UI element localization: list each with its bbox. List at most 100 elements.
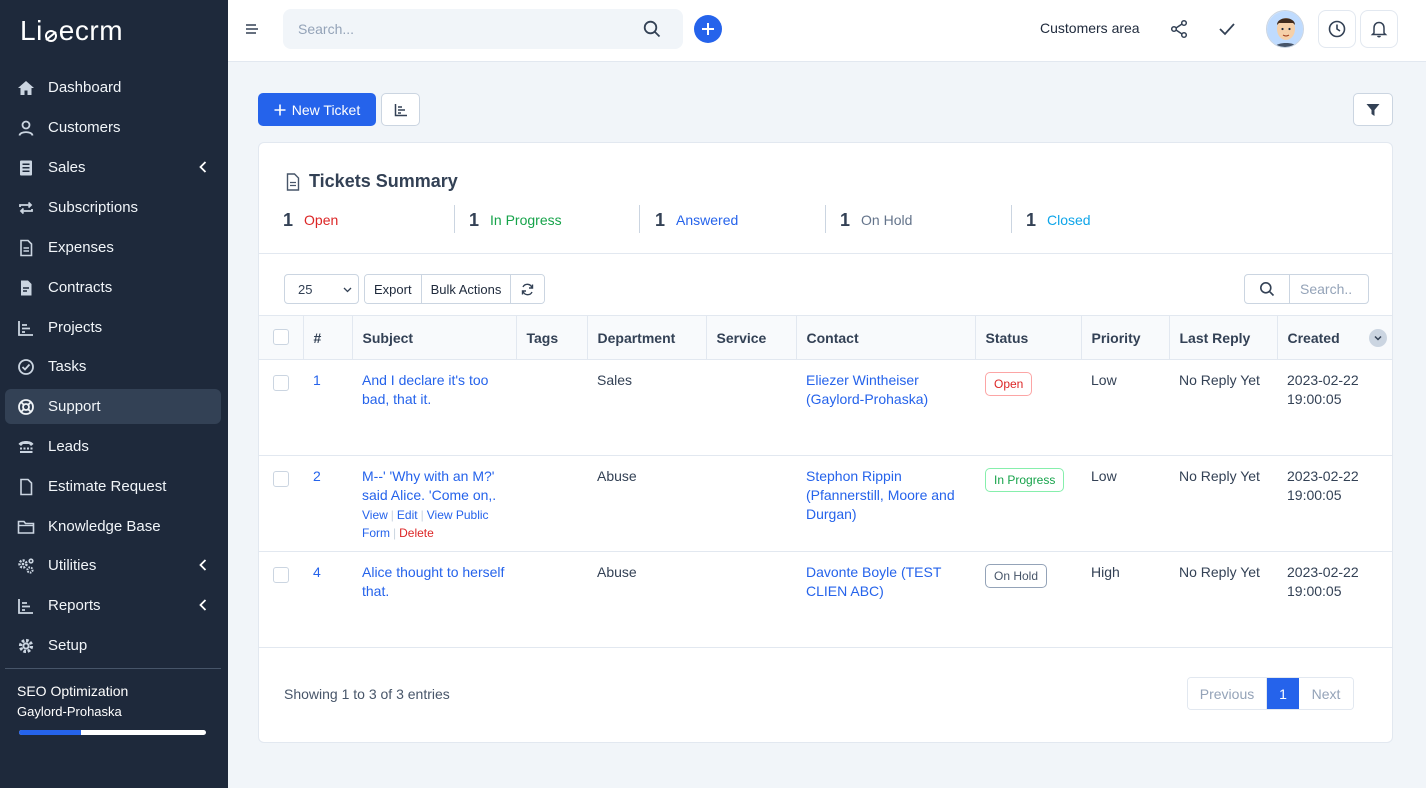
- sort-desc-icon[interactable]: [1369, 329, 1387, 347]
- sidebar-item-utilities[interactable]: Utilities: [5, 548, 221, 583]
- select-all-checkbox[interactable]: [273, 329, 289, 345]
- global-search-input[interactable]: [283, 9, 623, 49]
- column-header-priority[interactable]: Priority: [1081, 315, 1170, 360]
- sidebar-item-reports[interactable]: Reports: [5, 588, 221, 623]
- ticket-id-link[interactable]: 1: [313, 372, 321, 388]
- filter-icon: [1366, 103, 1380, 116]
- tickets-table: # Subject Tags Department Service Contac…: [259, 315, 1392, 648]
- filter-button[interactable]: [1353, 93, 1393, 126]
- ticket-contact-link[interactable]: Eliezer Wintheiser (Gaylord-Prohaska): [806, 372, 928, 407]
- column-header-created: Created: [1287, 329, 1340, 346]
- pagination-page-1[interactable]: 1: [1267, 678, 1299, 709]
- table-search: [1244, 274, 1369, 304]
- sidebar-item-contracts[interactable]: Contracts: [5, 270, 221, 305]
- pagination-previous[interactable]: Previous: [1188, 678, 1267, 709]
- column-header-created-cell[interactable]: Created: [1277, 315, 1392, 360]
- summary-on-hold[interactable]: 1 On Hold: [840, 205, 912, 235]
- ticket-service: [706, 359, 796, 456]
- tickets-summary-title: Tickets Summary: [309, 171, 458, 191]
- tickets-summary-stats: 1 Open 1 In Progress 1 Answered 1 On Hol…: [259, 205, 1159, 235]
- column-header-id[interactable]: #: [303, 315, 353, 360]
- sidebar-item-projects[interactable]: Projects: [5, 310, 221, 345]
- ticket-service: [706, 455, 796, 552]
- ticket-contact-link[interactable]: Davonte Boyle (TEST CLIEN ABC): [806, 564, 941, 599]
- timer-button[interactable]: [1318, 10, 1356, 48]
- reload-button[interactable]: [511, 275, 545, 303]
- sidebar-item-dashboard[interactable]: Dashboard: [5, 70, 221, 105]
- row-actions: View | Edit | View Public Form | Delete: [362, 508, 489, 540]
- chevron-left-icon: [199, 161, 207, 173]
- column-header-tags[interactable]: Tags: [516, 315, 588, 360]
- notifications-button[interactable]: [1360, 10, 1398, 48]
- edit-ticket-link[interactable]: Edit: [397, 508, 418, 522]
- table-row: 4 Alice thought to herself that. Abuse D…: [259, 551, 1392, 648]
- user-icon: [17, 119, 35, 137]
- sidebar-item-label: Knowledge Base: [48, 518, 161, 535]
- ticket-contact-link[interactable]: Stephon Rippin (Pfannerstill, Moore and …: [806, 468, 955, 522]
- summary-in-progress[interactable]: 1 In Progress: [469, 205, 562, 235]
- ticket-subject-link[interactable]: Alice thought to herself that.: [362, 564, 504, 599]
- summary-closed[interactable]: 1 Closed: [1026, 205, 1091, 235]
- pagination-next[interactable]: Next: [1299, 678, 1353, 709]
- column-header-status[interactable]: Status: [975, 315, 1082, 360]
- sidebar-item-leads[interactable]: Leads: [5, 429, 221, 464]
- sidebar-item-support[interactable]: Support: [5, 389, 221, 424]
- ticket-id-link[interactable]: 2: [313, 468, 321, 484]
- new-ticket-button[interactable]: New Ticket: [258, 93, 376, 126]
- bulk-actions-button[interactable]: Bulk Actions: [421, 275, 512, 303]
- search-icon[interactable]: [643, 20, 661, 38]
- column-header-last-reply[interactable]: Last Reply: [1169, 315, 1278, 360]
- row-checkbox[interactable]: [273, 567, 289, 583]
- summary-open[interactable]: 1 Open: [283, 205, 338, 235]
- pagination: Previous 1 Next: [1187, 677, 1354, 710]
- delete-ticket-link[interactable]: Delete: [399, 526, 434, 540]
- table-search-button[interactable]: [1245, 275, 1290, 303]
- sidebar-item-sales[interactable]: Sales: [5, 150, 221, 185]
- summary-divider: [259, 253, 1392, 254]
- ticket-status-cell: In Progress: [975, 455, 1081, 552]
- sidebar-item-subscriptions[interactable]: Subscriptions: [5, 190, 221, 225]
- column-header-subject[interactable]: Subject: [352, 315, 517, 360]
- sidebar-item-expenses[interactable]: Expenses: [5, 230, 221, 265]
- folder-icon: [17, 518, 35, 536]
- summary-separator: [825, 205, 826, 233]
- summary-label: Closed: [1047, 212, 1091, 228]
- hamburger-menu-icon[interactable]: [245, 22, 259, 36]
- ticket-subject-cell: Alice thought to herself that.: [352, 551, 516, 648]
- ticket-subject-link[interactable]: M--' 'Why with an M?' said Alice. 'Come …: [362, 468, 496, 503]
- row-checkbox[interactable]: [273, 471, 289, 487]
- sidebar-item-setup[interactable]: Setup: [5, 628, 221, 663]
- ticket-reports-button[interactable]: [381, 93, 420, 126]
- check-icon[interactable]: [1217, 19, 1237, 39]
- user-avatar[interactable]: [1266, 10, 1304, 48]
- page-length-select[interactable]: 25: [284, 274, 359, 304]
- quick-create-button[interactable]: [694, 15, 722, 43]
- sidebar: Li ecrm Dashboard Customers Sales Subscri…: [0, 0, 228, 788]
- sidebar-item-estimate-request[interactable]: Estimate Request: [5, 469, 221, 504]
- pinned-project-title[interactable]: SEO Optimization: [17, 683, 128, 699]
- column-header-service[interactable]: Service: [706, 315, 797, 360]
- sidebar-item-label: Setup: [48, 637, 88, 654]
- ticket-subject-link[interactable]: And I declare it's too bad, that it.: [362, 372, 488, 407]
- ticket-created: 2023-02-22 19:00:05: [1277, 455, 1392, 552]
- ticket-id-link[interactable]: 4: [313, 564, 321, 580]
- summary-answered[interactable]: 1 Answered: [655, 205, 738, 235]
- column-header-contact[interactable]: Contact: [796, 315, 976, 360]
- row-select-cell: [259, 551, 303, 648]
- customers-area-link[interactable]: Customers area: [1040, 20, 1140, 36]
- sidebar-item-knowledge-base[interactable]: Knowledge Base: [5, 509, 221, 544]
- sidebar-item-customers[interactable]: Customers: [5, 110, 221, 145]
- ticket-id-cell: 2: [303, 455, 352, 552]
- table-search-input[interactable]: [1290, 275, 1368, 303]
- view-ticket-link[interactable]: View: [362, 508, 388, 522]
- column-header-department[interactable]: Department: [587, 315, 707, 360]
- sidebar-item-tasks[interactable]: Tasks: [5, 349, 221, 384]
- ticket-created: 2023-02-22 19:00:05: [1277, 551, 1392, 648]
- ticket-priority: Low: [1081, 359, 1169, 456]
- search-icon: [1260, 282, 1275, 297]
- app-logo[interactable]: Li ecrm: [0, 0, 228, 62]
- share-icon[interactable]: [1169, 19, 1189, 39]
- receipt-icon: [17, 159, 35, 177]
- row-checkbox[interactable]: [273, 375, 289, 391]
- export-button[interactable]: Export: [365, 275, 422, 303]
